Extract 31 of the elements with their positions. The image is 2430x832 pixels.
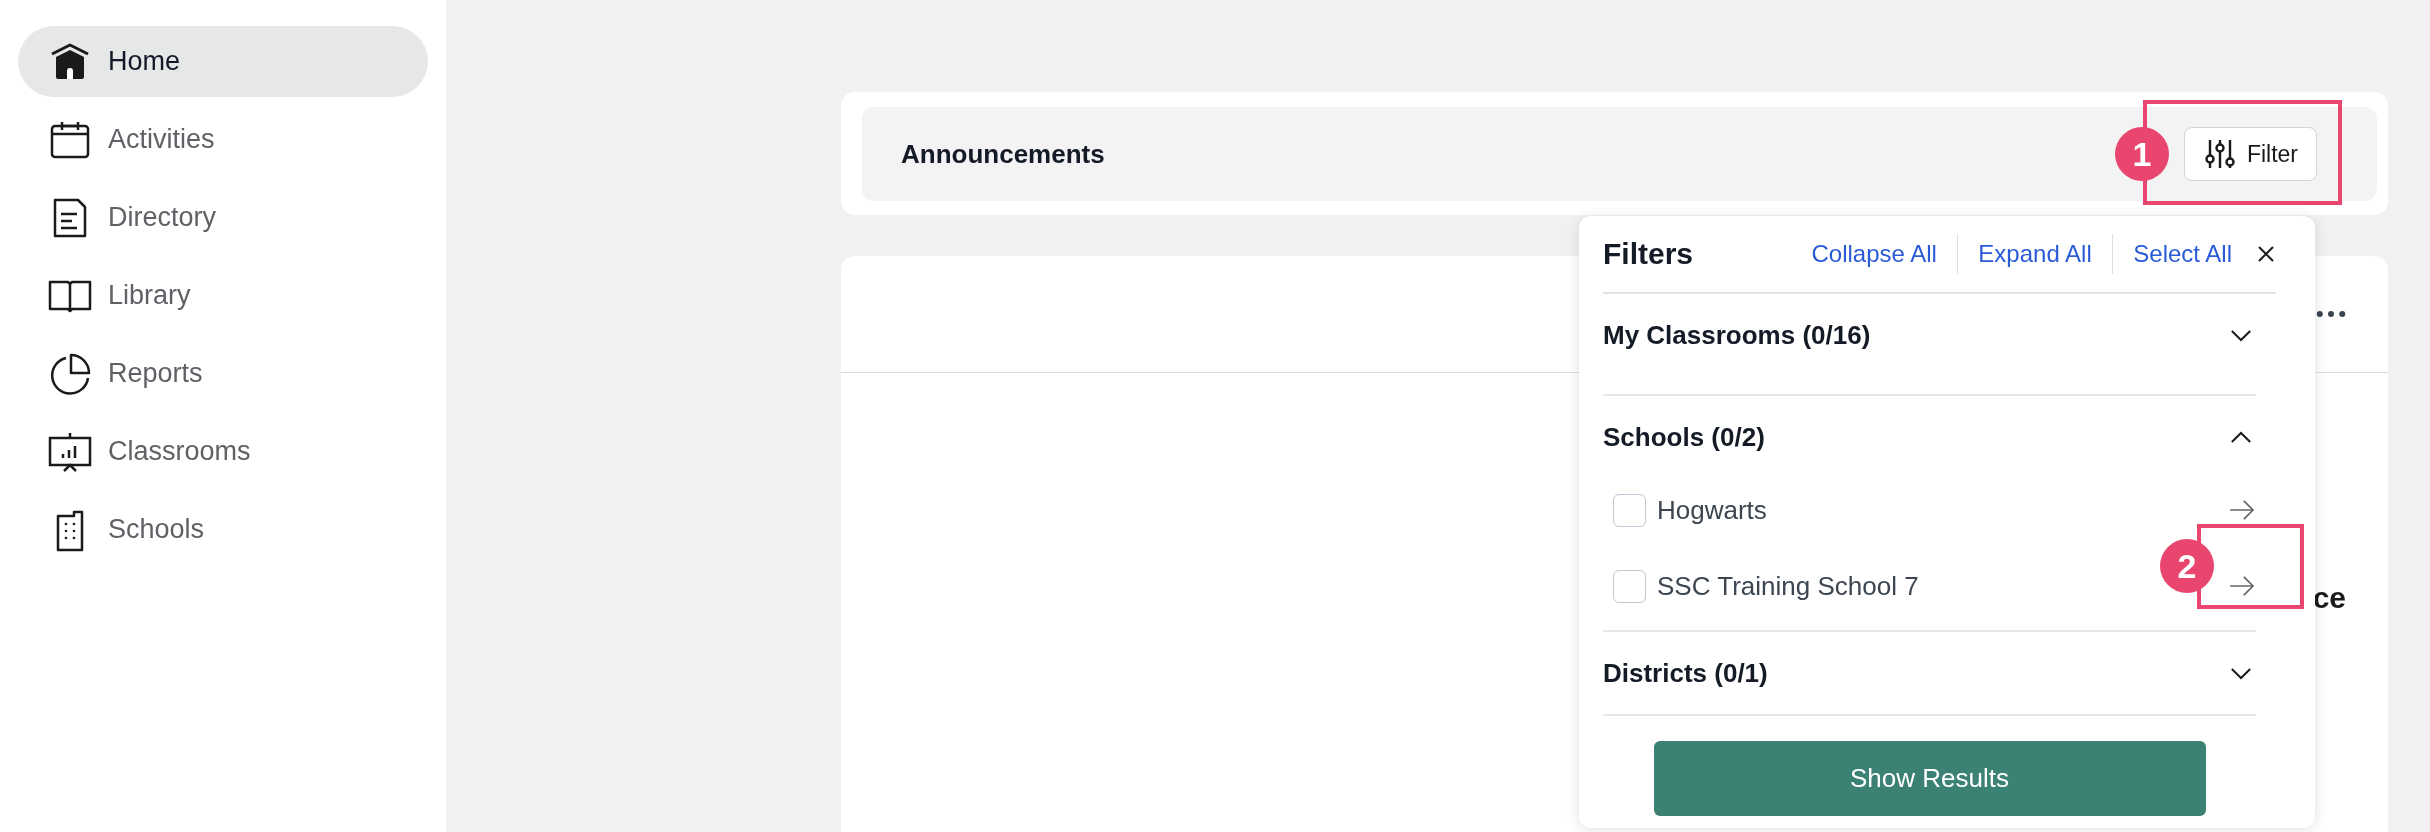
nav-item[interactable]: Classrooms	[18, 416, 428, 487]
section-header[interactable]: Schools (0/2)	[1603, 421, 1765, 453]
section-title: Announcements	[901, 138, 1105, 170]
more-icon[interactable]	[2316, 310, 2346, 318]
checkbox[interactable]	[1613, 493, 1646, 527]
checkbox[interactable]	[1613, 569, 1646, 603]
school-name: SSC Training School 7	[1657, 570, 1920, 602]
arrow-right-icon[interactable]	[2228, 575, 2256, 597]
pie-chart-icon	[48, 351, 92, 396]
section-header[interactable]: Districts (0/1)	[1603, 657, 1768, 689]
nav-item[interactable]: Directory	[18, 182, 428, 253]
action-link[interactable]: Select All	[2133, 240, 2232, 268]
nav-item[interactable]: Home	[18, 26, 428, 97]
nav-item[interactable]: Activities	[18, 104, 428, 175]
close-icon[interactable]	[2256, 244, 2276, 264]
panel-title: Filters	[1603, 237, 1694, 271]
heading-fragment: ce	[2312, 581, 2346, 615]
sliders-icon	[2202, 137, 2237, 171]
show-results-button[interactable]: Show Results	[1653, 741, 2206, 816]
nav-item[interactable]: Reports	[18, 338, 428, 409]
section-header[interactable]: My Classrooms (0/16)	[1603, 319, 1871, 351]
action-link[interactable]: Expand All	[1978, 240, 2092, 268]
school-name: Hogwarts	[1657, 494, 1768, 526]
filter-button[interactable]: Filter	[2183, 127, 2317, 181]
arrow-right-icon[interactable]	[2228, 499, 2256, 521]
chevron-down-icon[interactable]	[2230, 666, 2252, 680]
chevron-up-icon[interactable]	[2230, 430, 2252, 444]
nav-item[interactable]: Library	[18, 260, 428, 331]
chevron-down-icon[interactable]	[2230, 328, 2252, 342]
nav-item[interactable]: Schools	[18, 494, 428, 565]
action-link[interactable]: Collapse All	[1811, 240, 1937, 268]
